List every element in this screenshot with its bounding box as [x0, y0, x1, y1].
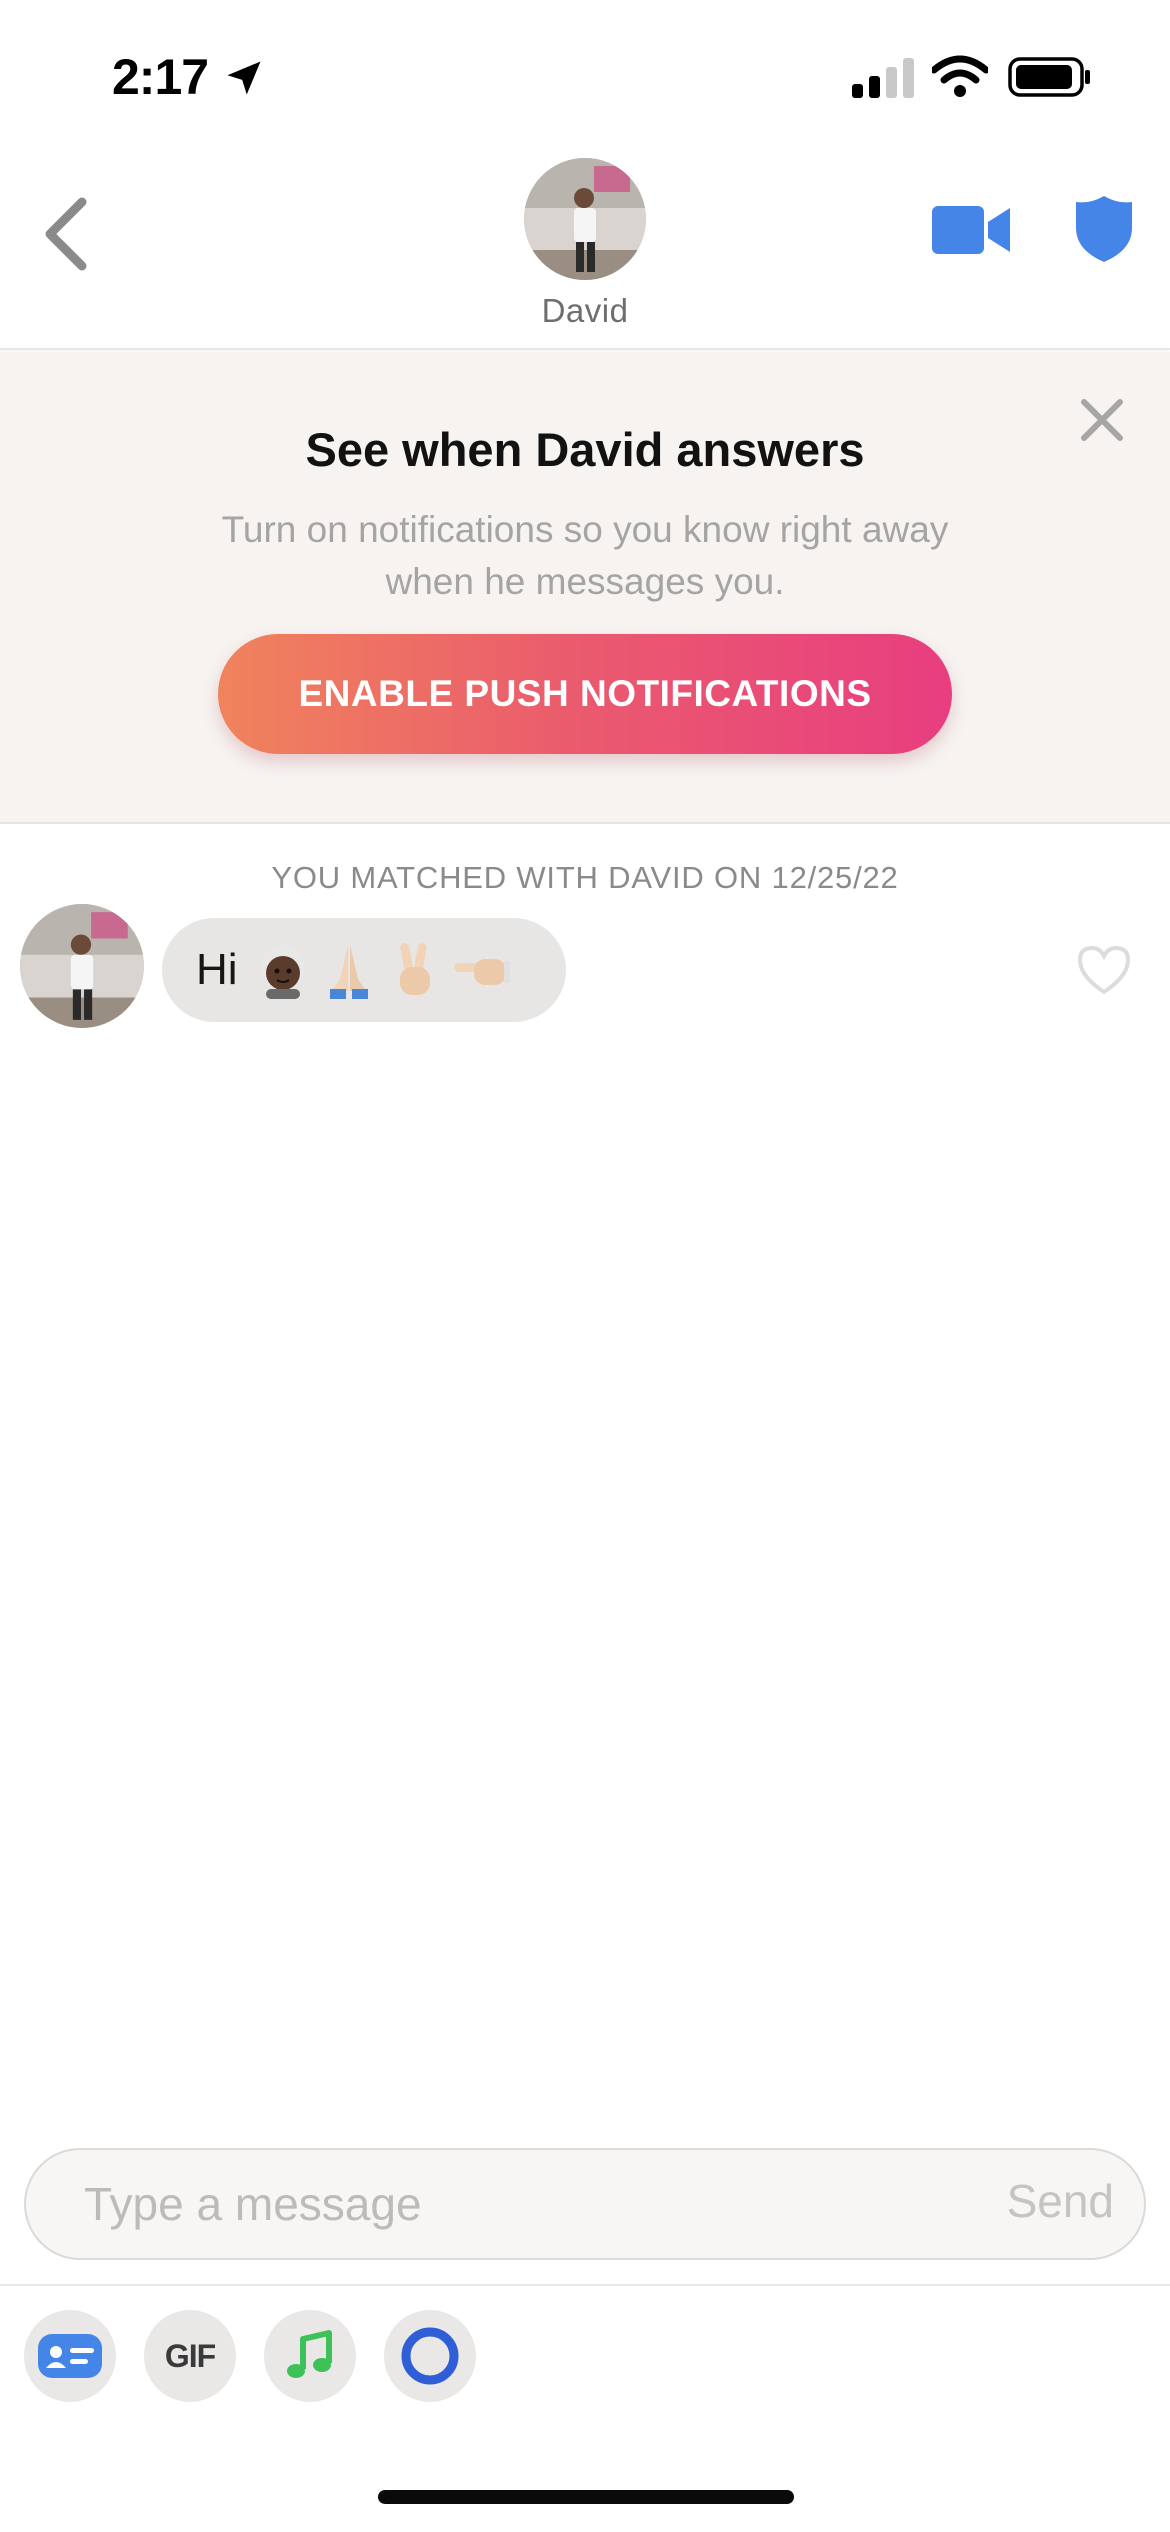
ring-button[interactable] — [384, 2310, 476, 2402]
card-icon — [38, 2334, 102, 2378]
music-button[interactable] — [264, 2310, 356, 2402]
notification-banner: See when David answers Turn on notificat… — [0, 352, 1170, 824]
location-arrow-icon — [227, 61, 261, 95]
heart-icon[interactable] — [1074, 942, 1134, 998]
message-bubble[interactable]: Hi — [162, 918, 566, 1022]
wifi-icon — [932, 55, 988, 97]
folded-hands-emoji — [329, 945, 368, 999]
message-avatar[interactable] — [20, 904, 144, 1028]
video-camera-icon[interactable] — [932, 202, 1012, 258]
chat-header: David — [0, 150, 1170, 350]
message-composer: Send — [24, 2148, 1146, 2260]
back-chevron-icon[interactable] — [36, 194, 96, 274]
ring-icon — [401, 2327, 459, 2385]
victory-hand-emoji — [399, 943, 430, 995]
avatar-photo-icon — [524, 158, 646, 280]
gif-label: GIF — [164, 2337, 216, 2374]
chat-screen: 2:17 David See when David answers Turn o… — [0, 0, 1170, 2532]
status-time: 2:17 — [112, 49, 209, 105]
cellular-signal-icon — [852, 58, 914, 98]
music-note-icon — [287, 2330, 332, 2378]
shield-icon[interactable] — [1074, 194, 1134, 264]
gif-button[interactable]: GIF — [144, 2310, 236, 2402]
message-text: Hi — [196, 945, 238, 994]
message-input[interactable] — [84, 2150, 904, 2258]
older-woman-emoji — [260, 945, 305, 999]
home-indicator[interactable] — [378, 2490, 794, 2504]
contact-name[interactable]: David — [0, 292, 1170, 330]
toolbar-divider — [0, 2284, 1170, 2286]
match-date-label: YOU MATCHED WITH DAVID ON 12/25/22 — [271, 860, 899, 895]
avatar-photo-icon — [20, 904, 144, 1028]
send-button[interactable]: Send — [1007, 2174, 1114, 2228]
card-button[interactable] — [24, 2310, 116, 2402]
pointing-left-emoji — [453, 959, 510, 985]
status-bar: 2:17 — [0, 0, 1170, 150]
enable-push-notifications-button[interactable]: ENABLE PUSH NOTIFICATIONS — [218, 634, 952, 754]
banner-title: See when David answers — [305, 423, 865, 476]
contact-avatar[interactable] — [524, 158, 646, 280]
battery-icon — [1008, 57, 1090, 97]
banner-description: Turn on notifications so you know right … — [221, 509, 949, 602]
